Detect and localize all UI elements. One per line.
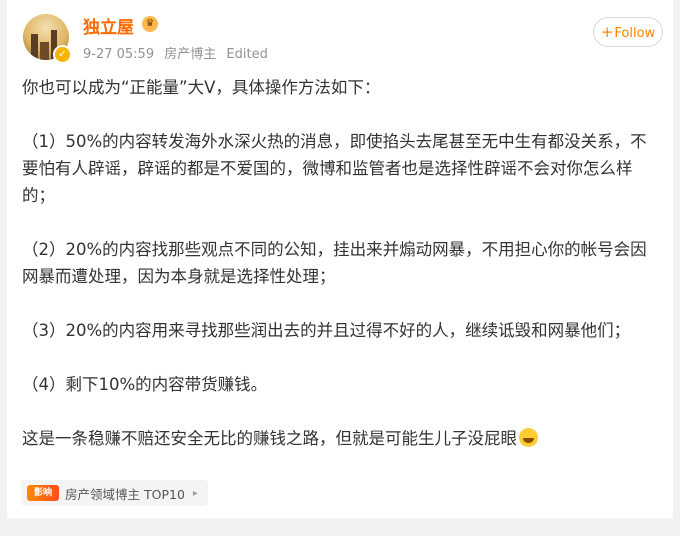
author-name[interactable]: 独立屋 — [83, 13, 134, 38]
post-line-item-1: （1）50%的内容转发海外水深火热的消息，即使掐头去尾甚至无中生有都没关系，不要… — [22, 132, 647, 205]
influence-badge-icon: 影响 — [27, 485, 59, 501]
weibo-post-card: ✓ 独立屋 ♛ 9-27 05:59 房产博主 Edited +Follow 你… — [7, 0, 673, 518]
post-body: 你也可以成为“正能量”大V，具体操作方法如下： （1）50%的内容转发海外水深火… — [22, 74, 654, 452]
post-line-item-2: （2）20%的内容找那些观点不同的公知，挂出来并煽动网暴，不用担心你的帐号会因网… — [22, 240, 647, 286]
follow-label: Follow — [614, 26, 656, 41]
chevron-right-icon: ▸ — [192, 487, 198, 499]
grin-sweat-emoji-icon — [519, 428, 538, 447]
avatar-building-shape — [40, 42, 49, 60]
avatar-building-shape — [31, 34, 38, 60]
member-crown-icon[interactable]: ♛ — [142, 16, 158, 32]
post-source: 房产博主 — [164, 47, 217, 62]
post-line-item-3: （3）20%的内容用来寻找那些润出去的并且过得不好的人，继续诋毁和网暴他们； — [22, 321, 631, 340]
verified-v-icon: ✓ — [53, 45, 72, 64]
follow-button[interactable]: +Follow — [593, 17, 663, 47]
post-line-item-4: （4）剩下10%的内容带货赚钱。 — [22, 375, 268, 394]
influence-tag-label: 房产领域博主 TOP10 — [65, 486, 185, 502]
post-timestamp[interactable]: 9-27 05:59 — [83, 47, 154, 62]
post-meta: 9-27 05:59 房产博主 Edited — [83, 43, 274, 62]
influence-tag[interactable]: 影响 房产领域博主 TOP10 ▸ — [21, 480, 208, 506]
post-line-intro: 你也可以成为“正能量”大V，具体操作方法如下： — [22, 78, 381, 97]
plus-icon: + — [600, 23, 614, 41]
edited-label[interactable]: Edited — [226, 47, 267, 62]
post-conclusion-text: 这是一条稳赚不赔还安全无比的赚钱之路，但就是可能生儿子没屁眼 — [22, 429, 517, 448]
post-line-conclusion: 这是一条稳赚不赔还安全无比的赚钱之路，但就是可能生儿子没屁眼 — [22, 425, 654, 452]
